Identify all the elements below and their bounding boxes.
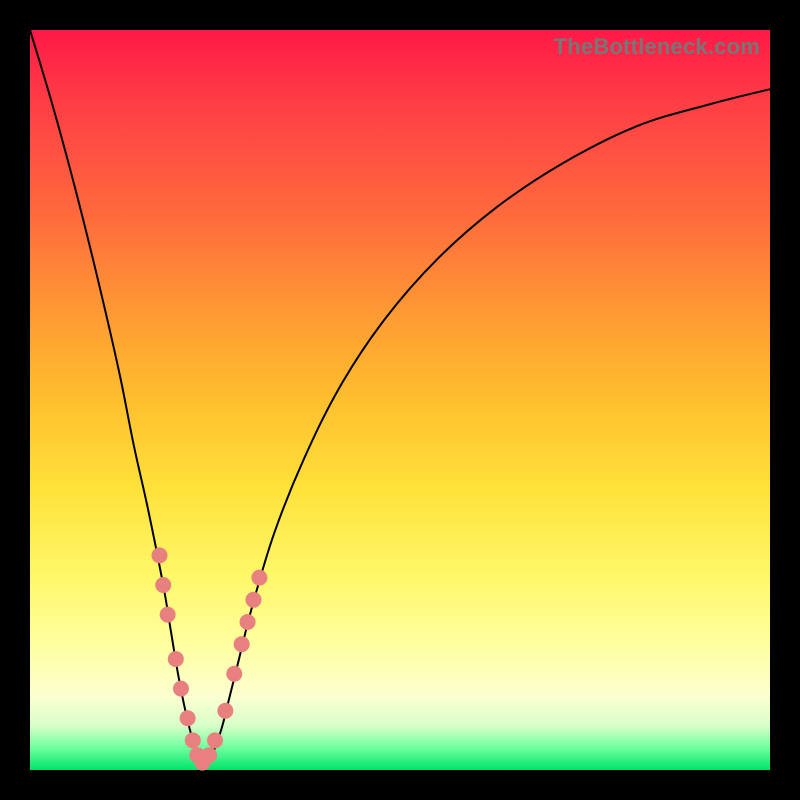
data-marker xyxy=(226,666,242,682)
data-marker xyxy=(201,747,217,763)
data-marker xyxy=(160,607,176,623)
data-marker xyxy=(217,703,233,719)
data-marker xyxy=(155,577,171,593)
data-marker xyxy=(185,732,201,748)
data-marker xyxy=(251,570,267,586)
data-marker xyxy=(207,732,223,748)
data-marker xyxy=(173,681,189,697)
data-marker xyxy=(168,651,184,667)
bottleneck-curve xyxy=(30,30,770,765)
data-marker xyxy=(180,710,196,726)
data-marker xyxy=(152,547,168,563)
data-marker xyxy=(240,614,256,630)
marker-group xyxy=(152,547,268,770)
plot-area: TheBottleneck.com xyxy=(30,30,770,770)
data-marker xyxy=(234,636,250,652)
chart-frame: TheBottleneck.com xyxy=(0,0,800,800)
data-marker xyxy=(245,592,261,608)
chart-svg xyxy=(30,30,770,770)
